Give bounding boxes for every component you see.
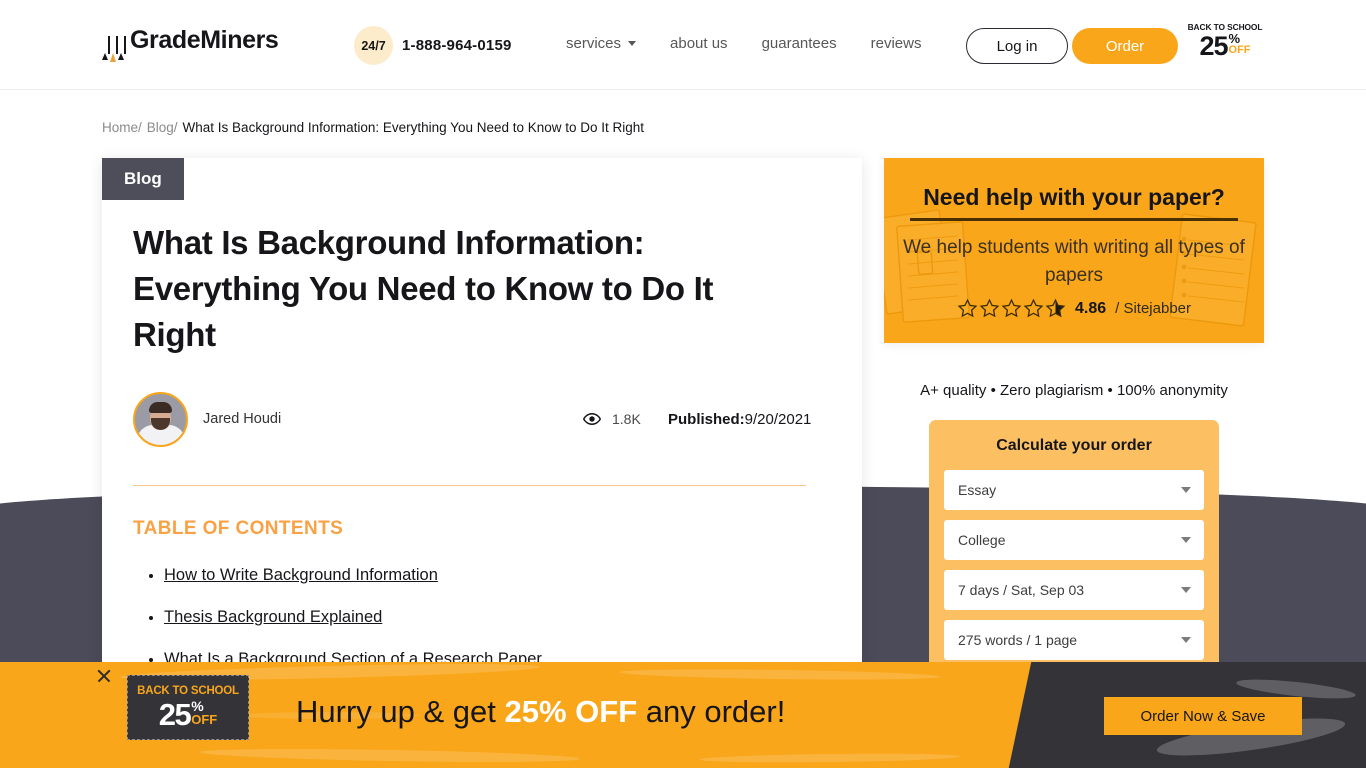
banner-text-before: Hurry up & get [296, 694, 505, 729]
list-item: Thesis Background Explained [164, 608, 804, 627]
paper-type-value: Essay [958, 482, 997, 498]
star-icon [979, 298, 1000, 318]
meta-divider [133, 485, 806, 486]
promo-heading: Need help with your paper? [923, 184, 1225, 210]
pages-select[interactable]: 275 words / 1 page [944, 620, 1204, 660]
banner-badge-percent: % [191, 698, 204, 714]
chevron-down-icon [628, 41, 637, 46]
nav-label-services: services [566, 35, 622, 52]
banner-discount-badge: BACK TO SCHOOL 25 % OFF [127, 675, 249, 740]
breadcrumb-blog[interactable]: Blog/ [147, 120, 178, 135]
deadline-value: 7 days / Sat, Sep 03 [958, 582, 1085, 598]
promo-badge-off: OFF [1228, 44, 1251, 56]
deadline-select[interactable]: 7 days / Sat, Sep 03 [944, 570, 1204, 610]
calculator-title: Calculate your order [996, 437, 1152, 454]
rating-row: 4.86 / Sitejabber [884, 298, 1264, 319]
rating-score: 4.86 [1074, 299, 1107, 317]
banner-badge-number: 25 [158, 697, 192, 732]
login-button[interactable]: Log in [966, 28, 1068, 64]
help-promo-card: Need help with your paper? We help stude… [884, 158, 1264, 343]
sidebar: Need help with your paper? We help stude… [884, 158, 1264, 695]
promo-badge-number: 25 [1199, 31, 1228, 61]
star-rating [957, 298, 1066, 319]
quality-guarantee-line: A+ quality • Zero plagiarism • 100% anon… [920, 382, 1228, 399]
site-logo[interactable]: GradeMiners [102, 26, 279, 62]
star-icon [957, 298, 978, 318]
paper-type-select[interactable]: Essay [944, 470, 1204, 510]
list-item: How to Write Background Information [164, 566, 804, 585]
author-name[interactable]: Jared Houdi [203, 411, 281, 427]
nav-item-reviews[interactable]: reviews [871, 35, 922, 52]
page-title: What Is Background Information: Everythi… [133, 224, 714, 353]
nav-item-guarantees[interactable]: guarantees [762, 35, 837, 52]
article-meta-row: Jared Houdi 1.8K Published:9/20/2021 [133, 390, 833, 448]
pages-value: 275 words / 1 page [958, 632, 1078, 648]
chevron-down-icon [1181, 587, 1191, 593]
eye-icon [583, 412, 601, 426]
promo-subtext: We help students with writing all types … [903, 237, 1245, 286]
article-card: Blog What Is Background Information: Eve… [102, 158, 862, 718]
chevron-down-icon [1181, 537, 1191, 543]
nav-item-about-us[interactable]: about us [670, 35, 728, 52]
star-icon [1023, 298, 1044, 318]
support-phone-block: 24/7 1-888-964-0159 [354, 26, 512, 65]
site-header: GradeMiners 24/7 1-888-964-0159 services… [0, 0, 1366, 90]
page-root: GradeMiners 24/7 1-888-964-0159 services… [0, 0, 1366, 768]
avatar [133, 391, 188, 447]
banner-headline: Hurry up & get 25% OFF any order! [296, 694, 785, 730]
banner-text-after: any order! [637, 694, 786, 729]
order-calculator: Calculate your order Essay College 7 day… [929, 420, 1219, 695]
toc-link-2[interactable]: Thesis Background Explained [164, 608, 382, 626]
banner-badge-top-text: BACK TO SCHOOL [137, 685, 239, 697]
toc-heading: TABLE OF CONTENTS [133, 518, 344, 539]
chevron-down-icon [1181, 637, 1191, 643]
toc-link-1[interactable]: How to Write Background Information [164, 566, 438, 584]
support-hours-badge: 24/7 [354, 26, 393, 65]
chevron-down-icon [1181, 487, 1191, 493]
phone-number-link[interactable]: 1-888-964-0159 [402, 37, 512, 54]
academic-level-select[interactable]: College [944, 520, 1204, 560]
header-promo-badge[interactable]: BACK TO SCHOOL 25 % OFF [1186, 22, 1264, 67]
view-count-value: 1.8K [612, 411, 641, 427]
order-now-save-button[interactable]: Order Now & Save [1104, 697, 1302, 735]
published-date: 9/20/2021 [744, 410, 812, 428]
star-icon-partial [1045, 298, 1066, 318]
close-icon[interactable] [96, 668, 112, 684]
rating-source: / Sitejabber [1115, 300, 1192, 317]
academic-level-value: College [958, 532, 1006, 548]
breadcrumb: Home/ Blog/ What Is Background Informati… [102, 120, 644, 135]
promo-heading-underline [910, 218, 1238, 221]
banner-text-highlight: 25% OFF [504, 694, 638, 729]
pencils-icon [102, 28, 126, 62]
main-navigation: services about us guarantees reviews [566, 35, 921, 52]
star-icon [1001, 298, 1022, 318]
breadcrumb-current: What Is Background Information: Everythi… [182, 120, 645, 135]
view-count-block: 1.8K [583, 410, 641, 428]
breadcrumb-home[interactable]: Home/ [102, 120, 142, 135]
banner-badge-off: OFF [191, 712, 218, 727]
logo-text: GradeMiners [130, 26, 279, 54]
blog-category-tag[interactable]: Blog [102, 158, 184, 200]
order-button[interactable]: Order [1072, 28, 1178, 64]
nav-item-services[interactable]: services [566, 35, 637, 52]
published-block: Published:9/20/2021 [668, 411, 811, 428]
published-label: Published: [668, 410, 745, 428]
